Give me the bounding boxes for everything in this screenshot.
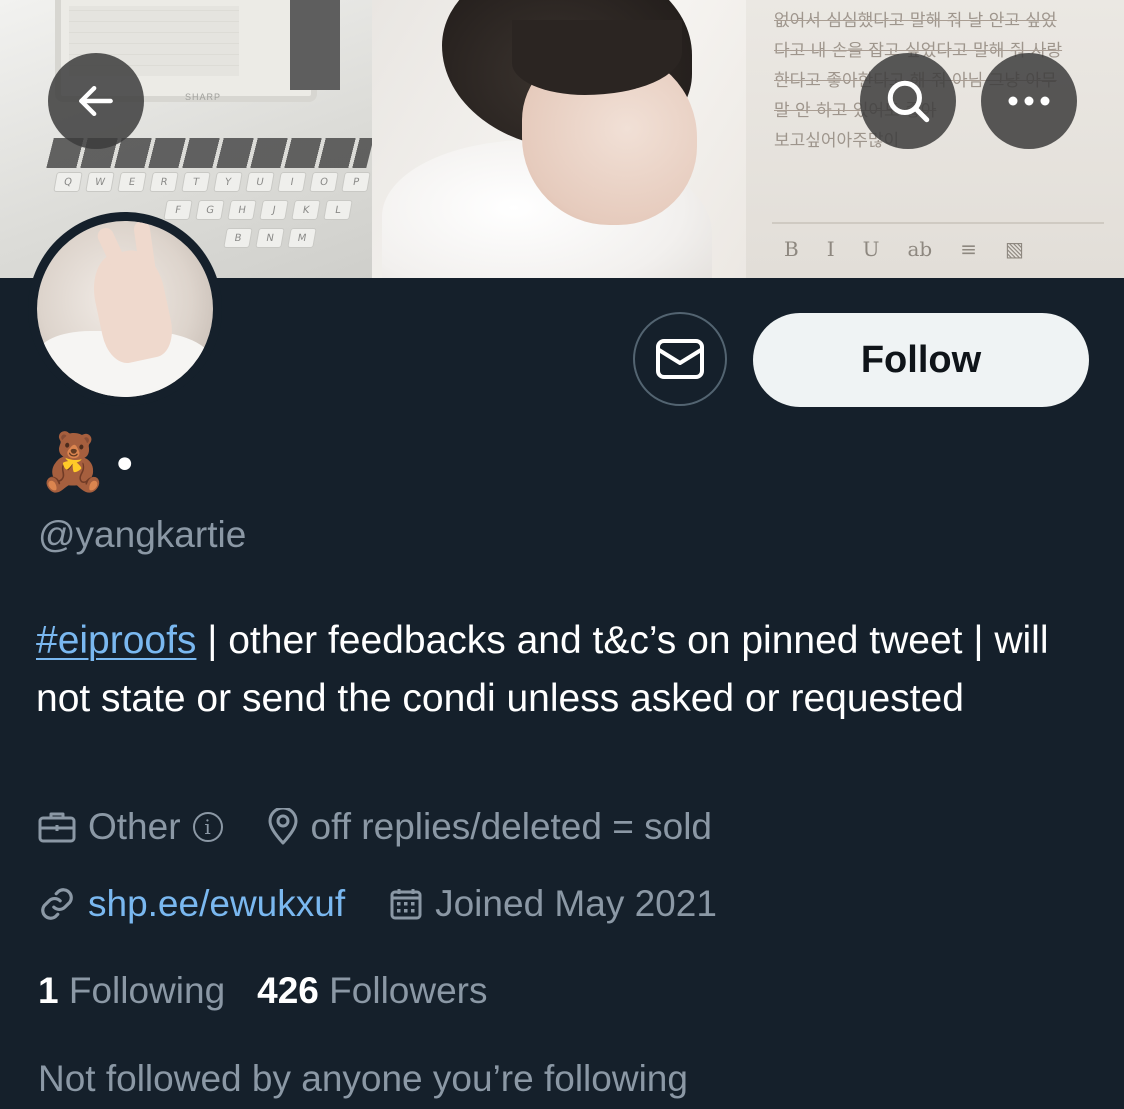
arrow-left-icon — [79, 85, 113, 117]
joined-date: Joined May 2021 — [435, 883, 717, 924]
category-label: Other — [88, 806, 181, 847]
banner-image-portrait — [372, 0, 746, 278]
keyboard-row-3: BNM — [223, 228, 317, 248]
following-stat[interactable]: 1 Following — [38, 970, 225, 1012]
note-toolbar-item: ab — [907, 237, 933, 261]
joined-item: Joined May 2021 — [389, 883, 717, 925]
message-button[interactable] — [633, 312, 727, 406]
note-line: 없어서 심심했다고 말해 줘 날 안고 싶었 — [774, 11, 1057, 31]
briefcase-icon — [38, 812, 76, 843]
bio: #eiproofs | other feedbacks and t&c’s on… — [36, 612, 1096, 728]
keyboard-key: B — [223, 228, 253, 248]
bio-hashtag-link[interactable]: #eiproofs — [36, 619, 196, 662]
followers-count: 426 — [257, 970, 319, 1011]
note-toolbar: B I Uab ≡ ▧ — [772, 222, 1104, 274]
search-button[interactable] — [860, 53, 956, 149]
keyboard-key: H — [227, 200, 257, 220]
followers-stat[interactable]: 426 Followers — [257, 970, 487, 1012]
mail-icon — [656, 339, 704, 379]
keyboard-key: P — [341, 172, 371, 192]
keyboard-key: E — [117, 172, 147, 192]
category-item: Other i — [38, 806, 223, 848]
keyboard-key: N — [255, 228, 285, 248]
note-line: 다고 내 손을 잡고 싶었다고 말해 줘 사랑 — [774, 41, 1063, 61]
info-icon[interactable]: i — [192, 812, 223, 842]
profile-meta-row: shp.ee/ewukxuf Joined May 2021 — [38, 883, 717, 925]
profile-meta-row: Other i off replies/deleted = sold — [38, 806, 712, 848]
keyboard-key: Y — [213, 172, 243, 192]
avatar[interactable] — [37, 221, 213, 397]
note-toolbar-item: ▧ — [1004, 237, 1024, 261]
keyboard-key: J — [259, 200, 289, 220]
device-side-keys — [290, 0, 340, 90]
note-toolbar-item: U — [862, 237, 880, 261]
keyboard-key: Q — [53, 172, 83, 192]
location-label: off replies/deleted = sold — [310, 806, 713, 847]
more-options-button[interactable] — [981, 53, 1077, 149]
username-handle: @yangkartie — [38, 514, 247, 555]
following-label: Following — [68, 970, 226, 1011]
website-link[interactable]: shp.ee/ewukxuf — [88, 883, 345, 925]
keyboard-key: L — [323, 200, 353, 220]
keyboard-row-2: FGHJKL — [163, 200, 353, 220]
followed-by-notice: Not followed by anyone you’re following — [38, 1058, 688, 1099]
display-name: 🧸• — [38, 428, 138, 501]
keyboard-key: G — [195, 200, 225, 220]
more-horizontal-icon — [1008, 96, 1050, 106]
keyboard-key: U — [245, 172, 275, 192]
display-name-dot: • — [111, 439, 138, 491]
followers-label: Followers — [329, 970, 488, 1011]
keyboard-key: F — [163, 200, 193, 220]
following-count: 1 — [38, 970, 59, 1011]
keyboard-row-1: QWERTYUIOP — [53, 172, 371, 192]
note-toolbar-item: B — [784, 237, 799, 261]
calendar-icon — [390, 889, 422, 920]
keyboard-key: R — [149, 172, 179, 192]
follow-stats: 1 Following 426 Followers — [38, 970, 488, 1012]
search-icon — [887, 80, 930, 123]
keyboard-key: K — [291, 200, 321, 220]
location-pin-icon — [268, 808, 298, 845]
link-icon — [41, 888, 73, 920]
keyboard-key: I — [277, 172, 307, 192]
website-item: shp.ee/ewukxuf — [38, 883, 345, 925]
keyboard-key: W — [85, 172, 115, 192]
keyboard-key: O — [309, 172, 339, 192]
back-button[interactable] — [48, 53, 144, 149]
location-item: off replies/deleted = sold — [267, 806, 712, 848]
teddy-bear-emoji: 🧸 — [38, 430, 108, 495]
device-logo: SHARP — [185, 92, 222, 102]
keyboard-key: M — [287, 228, 317, 248]
note-toolbar-item: I — [826, 237, 835, 261]
keyboard-key: T — [181, 172, 211, 192]
note-toolbar-item: ≡ — [960, 237, 977, 261]
follow-button[interactable]: Follow — [753, 313, 1089, 407]
